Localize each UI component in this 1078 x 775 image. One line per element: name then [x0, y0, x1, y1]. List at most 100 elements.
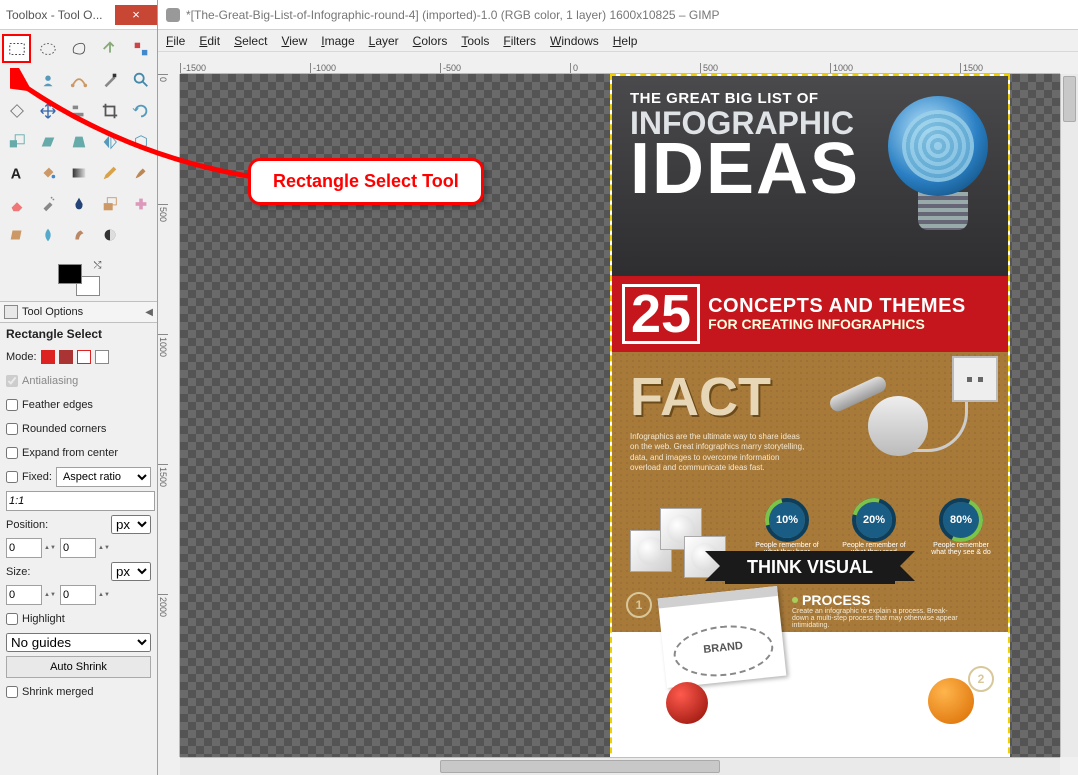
ink-tool[interactable]: [64, 189, 93, 218]
horizontal-scrollbar[interactable]: [180, 757, 1060, 775]
pct-ring: 80%: [943, 502, 979, 538]
notepad-graphic: BRAND: [658, 586, 787, 688]
fixed-value-input[interactable]: [6, 491, 155, 511]
auto-shrink-button[interactable]: Auto Shrink: [6, 656, 151, 678]
ruler-tick: 500: [158, 204, 168, 222]
blend-tool[interactable]: [64, 158, 93, 187]
menu-help[interactable]: Help: [613, 34, 638, 48]
ruler-tick: 2000: [158, 594, 168, 617]
menu-view[interactable]: View: [281, 34, 307, 48]
dock-menu-icon[interactable]: ◀: [145, 307, 153, 318]
rounded-checkbox[interactable]: [6, 423, 18, 435]
smudge-tool[interactable]: [64, 220, 93, 249]
lightbulb-graphic: [888, 96, 998, 246]
shear-tool[interactable]: [33, 127, 62, 156]
bucket-fill-tool[interactable]: [33, 158, 62, 187]
fixed-select[interactable]: Aspect ratio: [56, 467, 151, 487]
blur-tool[interactable]: [33, 220, 62, 249]
selection-mode-icons[interactable]: [41, 350, 109, 364]
toolbox-window: Toolbox - Tool O... × A: [0, 0, 158, 775]
by-color-select-tool[interactable]: [126, 34, 155, 63]
tool-options-panel: Rectangle Select Mode: Antialiasing Feat…: [0, 323, 157, 775]
antialias-checkbox[interactable]: [6, 375, 18, 387]
color-swatches[interactable]: ⤭: [0, 259, 157, 301]
fg-color-swatch[interactable]: [58, 264, 82, 284]
shrink-merged-label: Shrink merged: [22, 686, 94, 698]
heal-tool[interactable]: [126, 189, 155, 218]
toolbox-titlebar[interactable]: Toolbox - Tool O... ×: [0, 0, 157, 30]
color-picker-tool[interactable]: [95, 65, 124, 94]
pencil-tool[interactable]: [95, 158, 124, 187]
guides-select[interactable]: No guides: [6, 633, 151, 652]
align-tool[interactable]: [64, 96, 93, 125]
scrollbar-thumb[interactable]: [440, 760, 720, 773]
tool-options-icon: [4, 305, 18, 319]
menu-file[interactable]: File: [166, 34, 185, 48]
menu-colors[interactable]: Colors: [413, 34, 448, 48]
menu-edit[interactable]: Edit: [199, 34, 220, 48]
pos-x-input[interactable]: [6, 538, 42, 558]
size-w-input[interactable]: [6, 585, 42, 605]
size-unit[interactable]: px: [111, 562, 151, 581]
move-tool[interactable]: [33, 96, 62, 125]
menu-layer[interactable]: Layer: [369, 34, 399, 48]
canvas-image: THE GREAT BIG LIST OF INFOGRAPHIC IDEAS …: [610, 74, 1010, 757]
clone-tool[interactable]: [95, 189, 124, 218]
scrollbar-thumb[interactable]: [1063, 76, 1076, 122]
position-unit[interactable]: px: [111, 515, 151, 534]
cage-tool[interactable]: [126, 127, 155, 156]
ellipse-select-tool[interactable]: [33, 34, 62, 63]
perspective-tool[interactable]: [64, 127, 93, 156]
menu-windows[interactable]: Windows: [550, 34, 599, 48]
zoom-tool[interactable]: [126, 65, 155, 94]
feather-checkbox[interactable]: [6, 399, 18, 411]
size-h-input[interactable]: [60, 585, 96, 605]
perspective-clone-tool[interactable]: [2, 220, 31, 249]
menu-image[interactable]: Image: [321, 34, 354, 48]
menu-select[interactable]: Select: [234, 34, 267, 48]
highlight-checkbox[interactable]: [6, 613, 18, 625]
eraser-tool[interactable]: [2, 189, 31, 218]
ruler-tick: 0: [158, 74, 168, 82]
rotate-tool[interactable]: [126, 96, 155, 125]
menu-tools[interactable]: Tools: [461, 34, 489, 48]
foreground-select-tool[interactable]: [33, 65, 62, 94]
size-label: Size:: [6, 566, 30, 578]
menu-bar: File Edit Select View Image Layer Colors…: [158, 30, 1078, 52]
vertical-scrollbar[interactable]: [1060, 74, 1078, 757]
close-icon[interactable]: ×: [115, 5, 157, 25]
fuzzy-select-tool[interactable]: [95, 34, 124, 63]
paintbrush-tool[interactable]: [126, 158, 155, 187]
text-tool[interactable]: A: [2, 158, 31, 187]
process-blurb: Create an infographic to explain a proce…: [792, 608, 958, 629]
measure-tool[interactable]: [2, 96, 31, 125]
swap-colors-icon[interactable]: ⤭: [94, 260, 102, 271]
toolbox-title-text: Toolbox - Tool O...: [6, 8, 115, 22]
step-1-badge: 1: [626, 592, 652, 618]
ruler-tick: 1500: [960, 63, 983, 73]
airbrush-tool[interactable]: [33, 189, 62, 218]
free-select-tool[interactable]: [64, 34, 93, 63]
image-titlebar[interactable]: *[The-Great-Big-List-of-Infographic-roun…: [158, 0, 1078, 30]
rectangle-select-tool[interactable]: [2, 34, 31, 63]
apple-graphic: [666, 682, 708, 724]
ruler-tick: 1000: [830, 63, 853, 73]
scissors-tool[interactable]: [2, 65, 31, 94]
tool-options-header[interactable]: Tool Options ◀: [0, 301, 157, 323]
dodge-burn-tool[interactable]: [95, 220, 124, 249]
crop-tool[interactable]: [95, 96, 124, 125]
vertical-ruler[interactable]: 0 500 1000 1500 2000: [158, 74, 180, 757]
expand-checkbox[interactable]: [6, 447, 18, 459]
scale-tool[interactable]: [2, 127, 31, 156]
feather-label: Feather edges: [22, 399, 93, 411]
highlight-label: Highlight: [22, 613, 65, 625]
menu-filters[interactable]: Filters: [503, 34, 536, 48]
horizontal-ruler[interactable]: -1500 -1000 -500 0 500 1000 1500: [180, 52, 1060, 74]
rounded-label: Rounded corners: [22, 423, 106, 435]
fixed-checkbox[interactable]: [6, 471, 18, 483]
paths-tool[interactable]: [64, 65, 93, 94]
shrink-merged-checkbox[interactable]: [6, 686, 18, 698]
pct-label: People remember what they see & do: [926, 542, 996, 556]
flip-tool[interactable]: [95, 127, 124, 156]
pos-y-input[interactable]: [60, 538, 96, 558]
